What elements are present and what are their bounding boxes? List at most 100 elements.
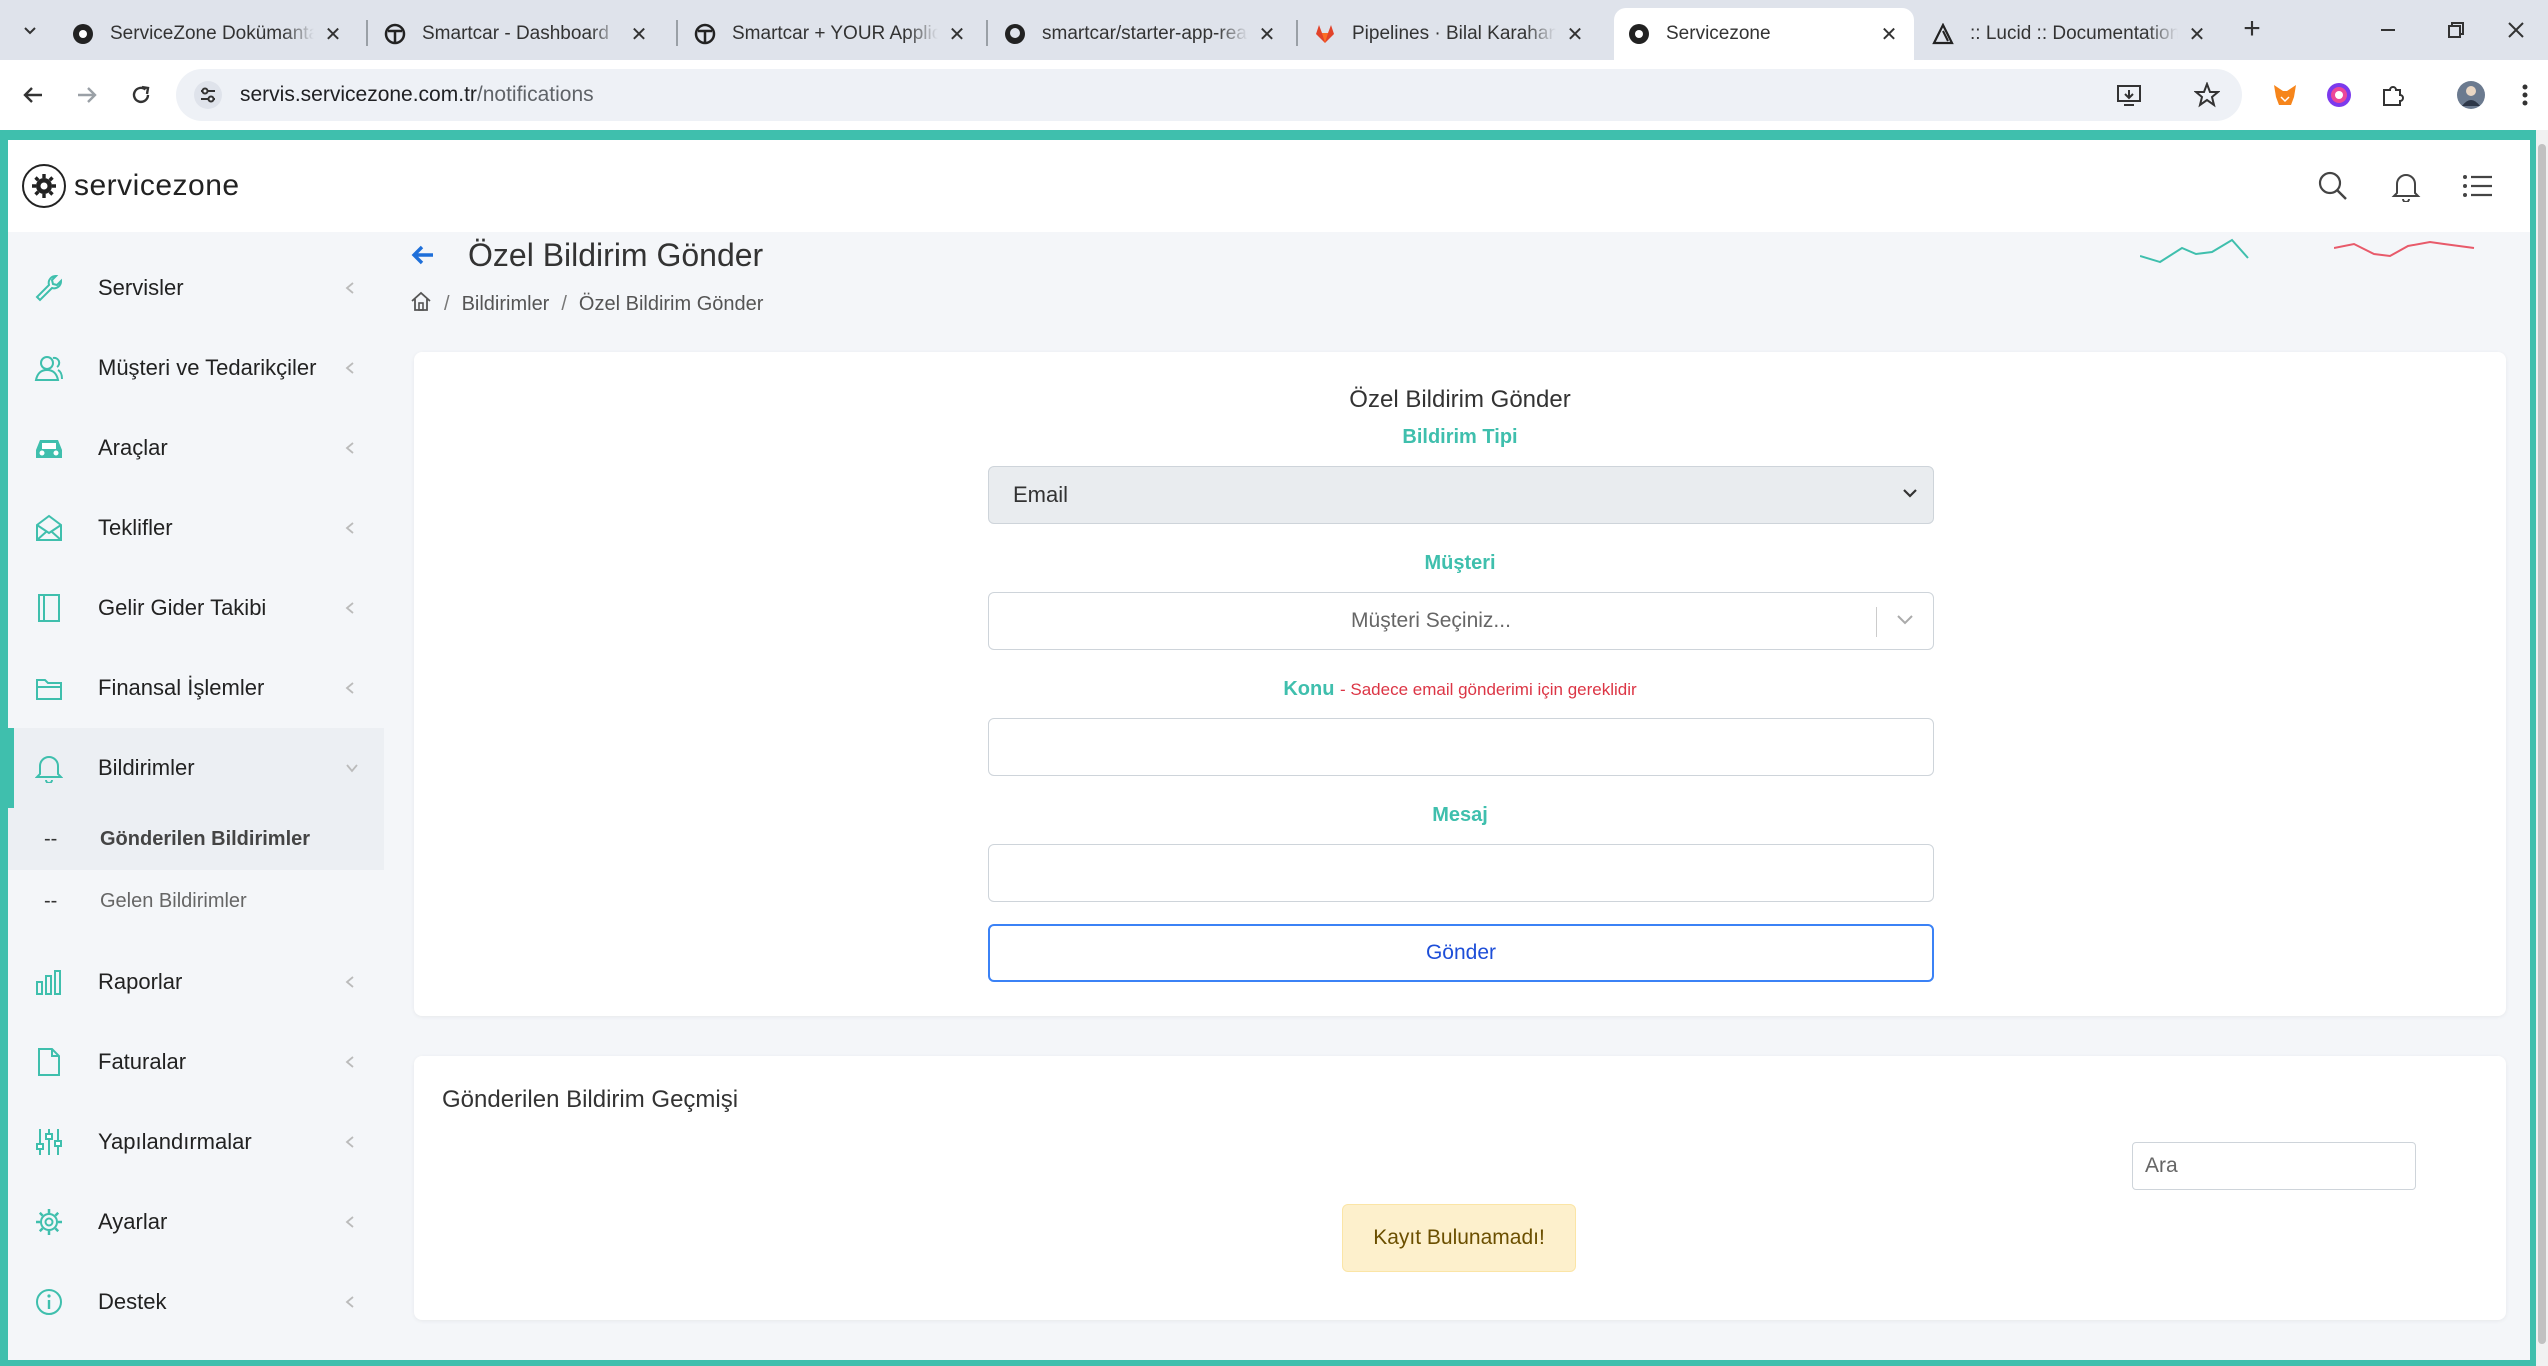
- servicezone-icon: [72, 23, 94, 45]
- tab-title: smartcar/starter-app-react: [1042, 23, 1248, 44]
- url-text[interactable]: servis.servicezone.com.tr/notifications: [240, 83, 594, 107]
- sidebar-item-label: Yapılandırmalar: [98, 1129, 252, 1154]
- message-label: Mesaj: [1432, 804, 1488, 826]
- close-tab-icon[interactable]: ✕: [946, 22, 968, 47]
- close-tab-icon[interactable]: ✕: [1878, 22, 1900, 47]
- list-menu-icon[interactable]: [2458, 166, 2498, 206]
- browser-menu-icon[interactable]: [2508, 78, 2542, 112]
- sidebar-item-araclar[interactable]: Araçlar: [8, 408, 384, 488]
- sidebar-item-faturalar[interactable]: Faturalar: [8, 1022, 384, 1102]
- browser-tab[interactable]: Smartcar + YOUR Application ✕: [680, 8, 982, 60]
- address-bar[interactable]: servis.servicezone.com.tr/notifications: [176, 69, 2242, 121]
- subject-note: - Sadece email gönderimi için gereklidir: [1339, 680, 1637, 699]
- custom-notification-form: Özel Bildirim Gönder Bildirim Tipi Email…: [414, 352, 2506, 1016]
- lucid-icon: [1932, 23, 1954, 45]
- sidebar-item-yapilandirmalar[interactable]: Yapılandırmalar: [8, 1102, 384, 1182]
- install-app-icon[interactable]: [2116, 69, 2142, 121]
- back-icon[interactable]: [14, 76, 52, 114]
- message-input[interactable]: [988, 844, 1934, 902]
- color-picker-extension-icon[interactable]: [2322, 78, 2356, 112]
- bell-icon[interactable]: [2386, 166, 2426, 206]
- sidebar-item-label: Teklifler: [98, 515, 173, 540]
- browser-tab[interactable]: smartcar/starter-app-react ✕: [990, 8, 1292, 60]
- chevron-left-icon: [340, 1052, 360, 1072]
- sidebar-item-servisler[interactable]: Servisler: [8, 248, 384, 328]
- customer-label: Müşteri: [1424, 552, 1496, 574]
- sidebar-item-label: Faturalar: [98, 1049, 187, 1074]
- app-logo[interactable]: servicezone: [22, 164, 240, 208]
- search-icon[interactable]: [2313, 166, 2353, 206]
- sidebar-item-teklifler[interactable]: Teklifler: [8, 488, 384, 568]
- profile-avatar[interactable]: [2454, 78, 2488, 112]
- close-tab-icon[interactable]: ✕: [1256, 22, 1278, 47]
- browser-tab-active[interactable]: Servicezone ✕: [1614, 8, 1914, 60]
- close-window-icon[interactable]: [2486, 10, 2546, 50]
- subject-input[interactable]: [988, 718, 1934, 776]
- sidebar-item-gelir-gider[interactable]: Gelir Gider Takibi: [8, 568, 384, 648]
- customer-select-placeholder: Müşteri Seçiniz...: [1351, 609, 1511, 632]
- browser-tab[interactable]: Smartcar - Dashboard ✕: [370, 8, 664, 60]
- sidebar-item-bildirimler[interactable]: Bildirimler: [8, 728, 384, 808]
- scrollbar-thumb[interactable]: [2538, 144, 2546, 1344]
- subitem-label: Gelen Bildirimler: [100, 889, 247, 912]
- bookmark-star-icon[interactable]: [2194, 69, 2220, 121]
- close-tab-icon[interactable]: ✕: [2186, 22, 2208, 47]
- sidebar-item-label: Gelir Gider Takibi: [98, 595, 267, 620]
- chevron-down-icon[interactable]: [1895, 612, 1915, 631]
- sidebar-item-finansal[interactable]: Finansal İşlemler: [8, 648, 384, 728]
- gear-icon: [32, 1205, 66, 1239]
- sidebar-item-ayarlar[interactable]: Ayarlar: [8, 1182, 384, 1262]
- forward-icon[interactable]: [68, 76, 106, 114]
- page-scrollbar[interactable]: [2536, 130, 2548, 1366]
- wallet-icon: [32, 671, 66, 705]
- sidebar-item-label: Servisler: [98, 275, 184, 300]
- customer-select[interactable]: Müşteri Seçiniz...: [988, 592, 1934, 650]
- send-button[interactable]: Gönder: [988, 924, 1934, 982]
- browser-tab[interactable]: Pipelines · Bilal Karahan / ... ✕: [1300, 8, 1600, 60]
- smartcar-icon: [694, 23, 716, 45]
- back-arrow-icon[interactable]: [408, 240, 438, 270]
- browser-tab[interactable]: ServiceZone Dokümantasyon ✕: [58, 8, 358, 60]
- select-divider: [1876, 607, 1877, 637]
- subject-label: Konu: [1283, 678, 1335, 700]
- notification-type-label: Bildirim Tipi: [1402, 426, 1518, 448]
- tab-title: Smartcar - Dashboard: [422, 23, 609, 44]
- minimize-icon[interactable]: [2358, 10, 2418, 50]
- gitlab-icon: [1314, 23, 1336, 45]
- reload-icon[interactable]: [122, 76, 160, 114]
- tab-search-dropdown-icon[interactable]: [14, 14, 46, 46]
- tab-divider: [1296, 20, 1298, 46]
- sparkline-red: [2334, 240, 2475, 258]
- breadcrumb-current: Özel Bildirim Gönder: [578, 292, 764, 315]
- page-title-row: Özel Bildirim Gönder: [408, 232, 763, 278]
- extensions-puzzle-icon[interactable]: [2376, 78, 2410, 112]
- browser-tab[interactable]: :: Lucid :: Documentation ✕: [1918, 8, 2222, 60]
- sidebar-item-label: Destek: [98, 1289, 167, 1314]
- close-tab-icon[interactable]: ✕: [1564, 22, 1586, 47]
- close-tab-icon[interactable]: ✕: [628, 22, 650, 47]
- new-tab-button[interactable]: +: [2236, 14, 2268, 46]
- chevron-left-icon: [340, 972, 360, 992]
- sidebar-item-label: Müşteri ve Tedarikçiler: [98, 355, 317, 380]
- logo-text: servicezone: [74, 169, 240, 202]
- sidebar-item-musteri[interactable]: Müşteri ve Tedarikçiler: [8, 328, 384, 408]
- close-tab-icon[interactable]: ✕: [322, 22, 344, 47]
- app-frame: servicezone Servisler Müşteri ve Tedarik…: [8, 140, 2530, 1360]
- chevron-left-icon: [340, 438, 360, 458]
- sidebar-subitem-gelen[interactable]: -- Gelen Bildirimler: [8, 870, 384, 932]
- sidebar-item-destek[interactable]: Destek: [8, 1262, 384, 1342]
- restore-icon[interactable]: [2426, 10, 2486, 50]
- breadcrumb-link[interactable]: Bildirimler: [462, 293, 550, 316]
- site-settings-icon[interactable]: [194, 81, 222, 109]
- tab-title: Pipelines · Bilal Karahan / ...: [1352, 23, 1556, 44]
- notification-type-value: Email: [1013, 482, 1069, 507]
- metamask-extension-icon[interactable]: [2268, 78, 2302, 112]
- chevron-down-icon: [1901, 486, 1919, 505]
- car-icon: [32, 431, 66, 465]
- notification-type-select[interactable]: Email: [988, 466, 1934, 524]
- sidebar-subitem-gonderilen[interactable]: -- Gönderilen Bildirimler: [8, 808, 384, 870]
- home-icon[interactable]: [410, 290, 432, 318]
- chevron-left-icon: [340, 518, 360, 538]
- history-search-input[interactable]: Ara: [2132, 1142, 2416, 1190]
- sidebar-item-raporlar[interactable]: Raporlar: [8, 942, 384, 1022]
